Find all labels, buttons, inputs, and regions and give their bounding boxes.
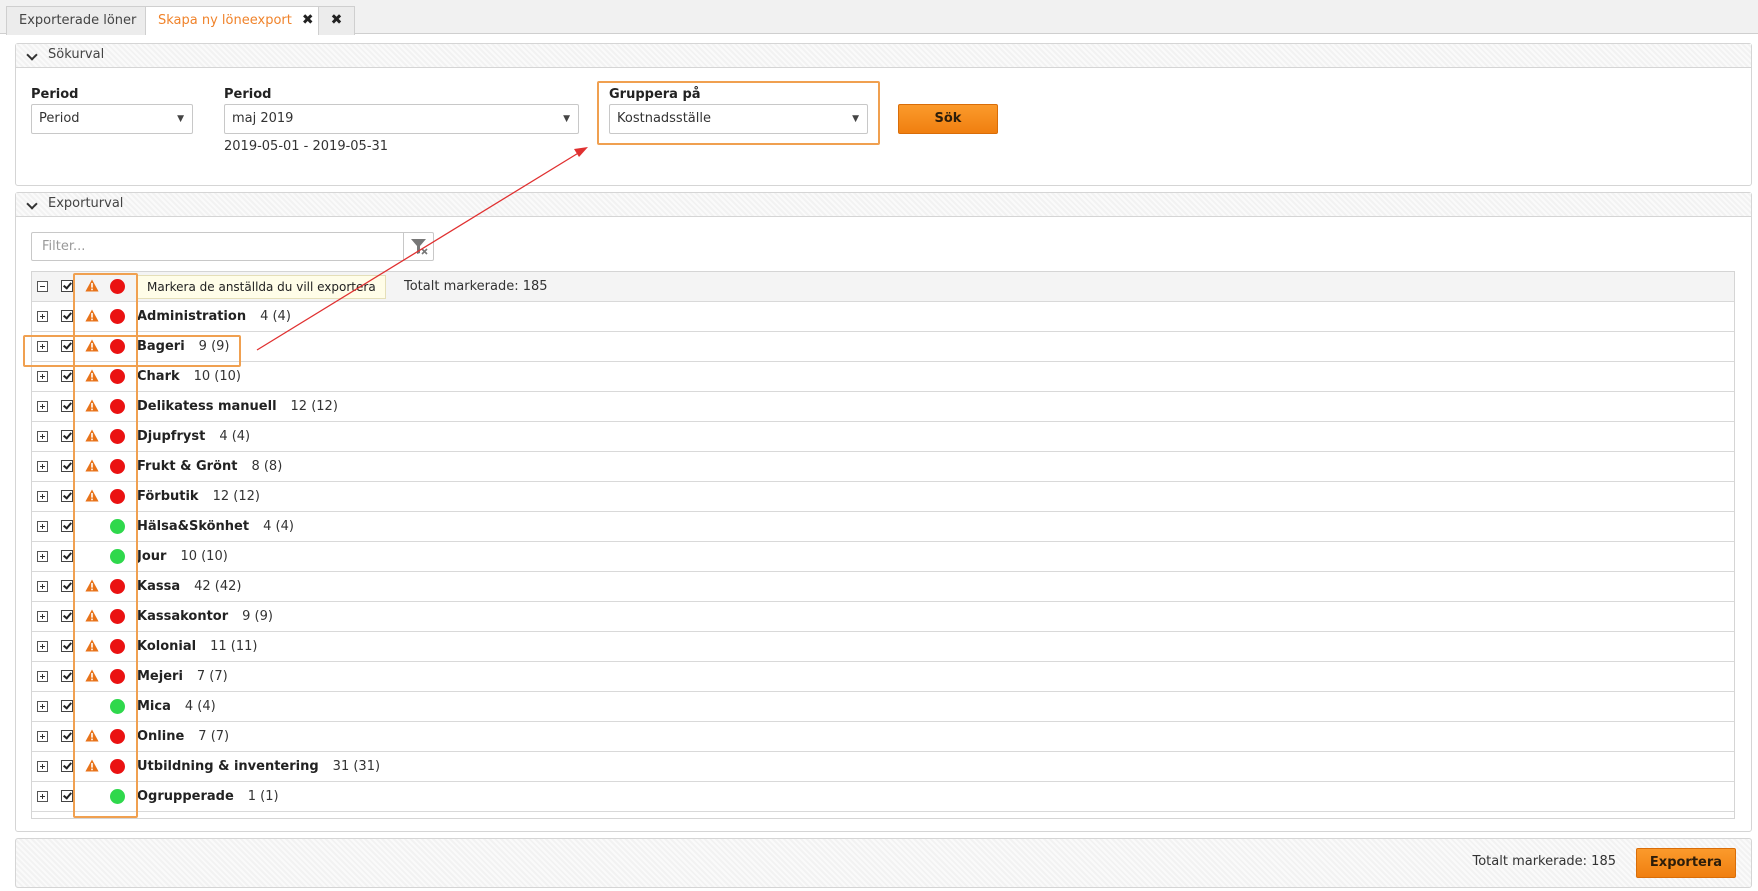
export-footer: Totalt markerade: 185 Exportera — [15, 838, 1752, 888]
footer-total-selected: Totalt markerade: 185 — [1472, 854, 1616, 869]
annotation-arrow — [256, 147, 588, 351]
export-button[interactable]: Exportera — [1636, 848, 1736, 878]
